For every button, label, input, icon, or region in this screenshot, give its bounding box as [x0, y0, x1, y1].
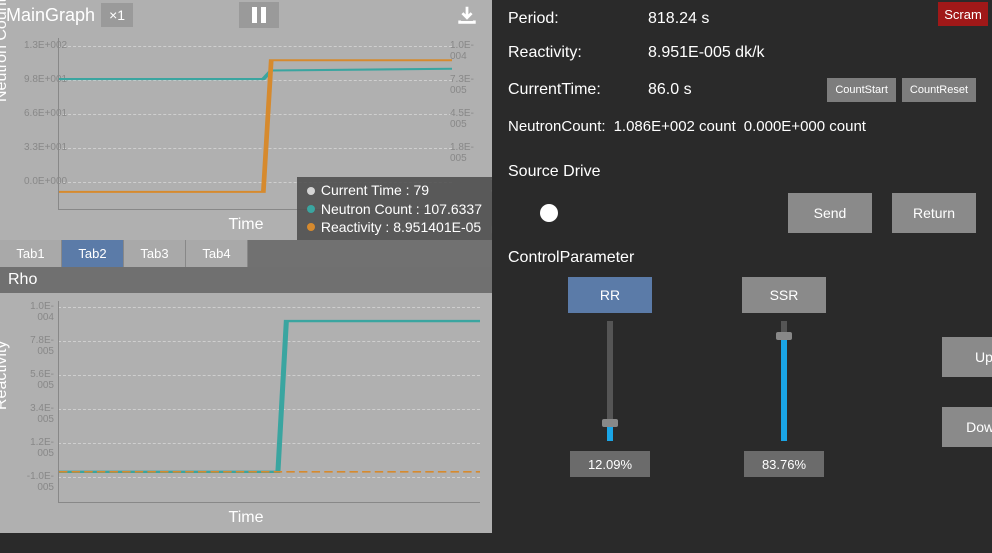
tooltip-nc: Neutron Count : 107.6337	[321, 200, 482, 218]
status-period: Period:818.24 s	[508, 10, 976, 28]
speed-multiplier[interactable]: ×1	[101, 3, 133, 27]
status-reactivity: Reactivity:8.951E-005 dk/k	[508, 44, 976, 62]
ytick-left: 1.3E+002	[24, 40, 58, 51]
rr-button[interactable]: RR	[568, 277, 652, 313]
tab-2[interactable]: Tab2	[62, 240, 124, 267]
send-button[interactable]: Send	[788, 193, 872, 233]
ytick-right: 1.8E-005	[450, 142, 484, 164]
return-button[interactable]: Return	[892, 193, 976, 233]
tooltip-react: Reactivity : 8.951401E-05	[321, 218, 481, 236]
source-drive-title: Source Drive	[508, 163, 976, 181]
ytick: 3.4E-005	[20, 403, 54, 425]
control-parameter-title: ControlParameter	[508, 249, 976, 267]
tab-4[interactable]: Tab4	[186, 240, 248, 267]
up-button[interactable]: Up	[942, 337, 992, 377]
ssr-slider[interactable]	[781, 321, 787, 441]
ytick: 1.2E-005	[20, 437, 54, 459]
ytick: 1.0E-004	[20, 301, 54, 323]
chart-tooltip: Current Time : 79 Neutron Count : 107.63…	[297, 177, 492, 240]
x-axis-label: Time	[229, 509, 264, 527]
ssr-button[interactable]: SSR	[742, 277, 826, 313]
source-drive-indicator	[540, 204, 558, 222]
main-chart-header: MainGraph ×1	[0, 0, 492, 30]
ytick: -1.0E-005	[20, 471, 54, 493]
ytick-left: 0.0E+000	[24, 176, 58, 187]
dot-icon	[307, 205, 315, 213]
download-icon	[456, 4, 478, 26]
scram-button[interactable]: Scram	[938, 2, 988, 26]
x-axis-label: Time	[229, 216, 264, 234]
ytick: 7.8E-005	[20, 335, 54, 357]
main-chart-area: Neutron Count Reactivity Time 1.3E+002 9…	[0, 30, 492, 240]
rho-line	[59, 321, 480, 472]
y-axis-left-label: Neutron Count	[0, 0, 11, 102]
ytick-right: 4.5E-005	[450, 108, 484, 130]
dot-icon	[307, 187, 315, 195]
rho-chart-title: Rho	[0, 267, 492, 293]
ytick-left: 9.8E+001	[24, 74, 58, 85]
ytick-left: 3.3E+001	[24, 142, 58, 153]
tab-3[interactable]: Tab3	[124, 240, 186, 267]
rho-chart-plot	[58, 301, 480, 503]
status-time: CurrentTime:86.0 s CountStart CountReset	[508, 78, 976, 102]
slider-thumb-icon[interactable]	[776, 332, 792, 340]
ytick: 5.6E-005	[20, 369, 54, 391]
ytick-right: 7.3E-005	[450, 74, 484, 96]
slider-thumb-icon[interactable]	[602, 419, 618, 427]
count-reset-button[interactable]: CountReset	[902, 78, 976, 102]
ytick-right: 1.0E-004	[450, 40, 484, 62]
y-axis-label: Reactivity	[0, 341, 11, 410]
down-button[interactable]: Down	[942, 407, 992, 447]
tooltip-time: Current Time : 79	[321, 181, 429, 199]
count-start-button[interactable]: CountStart	[827, 78, 896, 102]
rr-slider[interactable]	[607, 321, 613, 441]
download-button[interactable]	[450, 2, 484, 28]
neutron-count-line	[59, 69, 452, 79]
rr-percentage: 12.09%	[570, 451, 650, 477]
chart-tabs: Tab1 Tab2 Tab3 Tab4	[0, 240, 492, 267]
rho-chart-area: Reactivity Time 1.0E-004 7.8E-005 5.6E-0…	[0, 293, 492, 533]
pause-button[interactable]	[239, 2, 279, 28]
ssr-percentage: 83.76%	[744, 451, 824, 477]
ytick-left: 6.6E+001	[24, 108, 58, 119]
pause-icon	[261, 7, 266, 23]
status-neutron-count: NeutronCount: 1.086E+002 count 0.000E+00…	[508, 118, 976, 135]
pause-icon	[252, 7, 257, 23]
dot-icon	[307, 223, 315, 231]
tab-1[interactable]: Tab1	[0, 240, 62, 267]
main-chart-title: MainGraph	[6, 5, 95, 26]
